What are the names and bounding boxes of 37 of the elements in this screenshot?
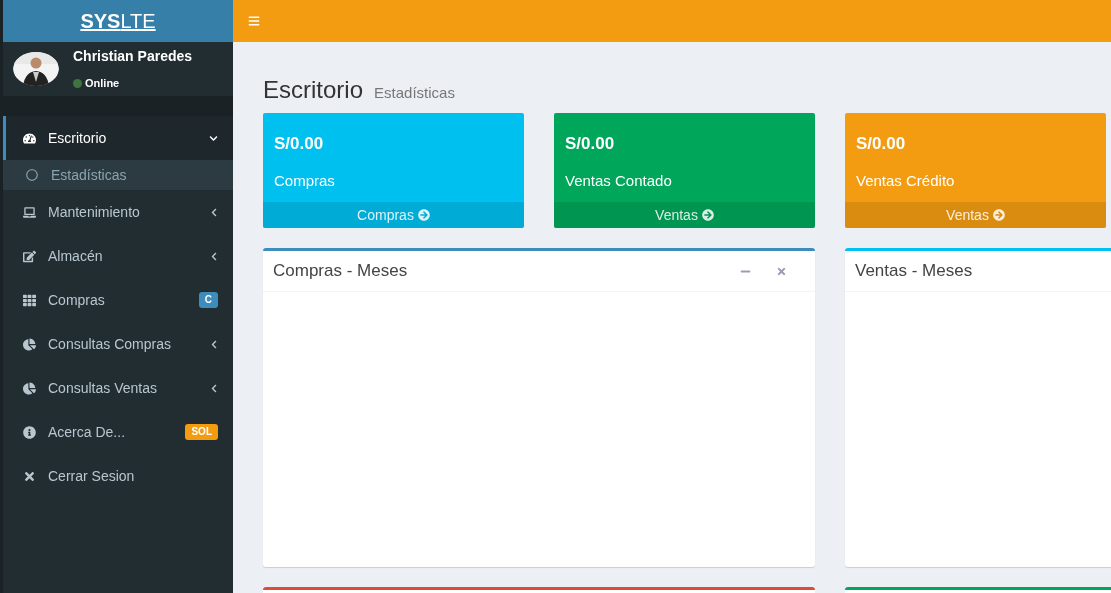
user-name: Christian Paredes bbox=[73, 47, 193, 67]
info-icon bbox=[23, 425, 36, 439]
badge: SOL bbox=[185, 424, 218, 440]
stat-label: Compras bbox=[274, 170, 336, 191]
stat-label: Ventas Contado bbox=[565, 170, 673, 191]
stat-label: Ventas Crédito bbox=[856, 170, 956, 191]
stat-value: S/0.00 bbox=[856, 133, 907, 155]
sidebar-item[interactable]: Escritorio bbox=[3, 116, 233, 160]
sidebar-item[interactable]: Consultas Ventas bbox=[3, 366, 233, 410]
panel-title: Compras - Meses bbox=[273, 260, 409, 283]
page-title: Escritorio bbox=[263, 75, 364, 105]
user-status: Online bbox=[85, 76, 120, 92]
arrow-right-icon bbox=[701, 209, 714, 221]
pie-chart-icon bbox=[23, 337, 36, 351]
page-subtitle: Estadísticas bbox=[374, 83, 455, 103]
sidebar-item[interactable]: Almacén bbox=[3, 234, 233, 278]
stat-value: S/0.00 bbox=[565, 133, 616, 155]
close-icon bbox=[23, 469, 36, 483]
sidebar-item[interactable]: Acerca De... SOL bbox=[3, 410, 233, 454]
stat-value: S/0.00 bbox=[274, 133, 325, 155]
sidebar-item[interactable]: Cerrar Sesion bbox=[3, 454, 233, 498]
arrow-right-icon bbox=[417, 209, 430, 221]
menu-icon[interactable] bbox=[248, 15, 260, 27]
laptop-icon bbox=[23, 205, 36, 219]
edit-icon bbox=[23, 249, 36, 263]
pie-chart-icon bbox=[23, 381, 36, 395]
arrow-right-icon bbox=[992, 209, 1005, 221]
panel-title: Ventas - Meses bbox=[855, 260, 974, 283]
close-icon[interactable] bbox=[776, 265, 787, 277]
grid-icon bbox=[23, 293, 36, 307]
dashboard-icon bbox=[23, 131, 36, 145]
sidebar-item[interactable]: Consultas Compras bbox=[3, 322, 233, 366]
sidebar-item[interactable]: Compras C bbox=[3, 278, 233, 322]
sidebar-item[interactable]: Mantenimiento bbox=[3, 190, 233, 234]
submenu-item[interactable]: Estadísticas bbox=[3, 160, 233, 190]
logo[interactable]: SYSLTE bbox=[80, 6, 156, 36]
badge: C bbox=[198, 292, 218, 308]
